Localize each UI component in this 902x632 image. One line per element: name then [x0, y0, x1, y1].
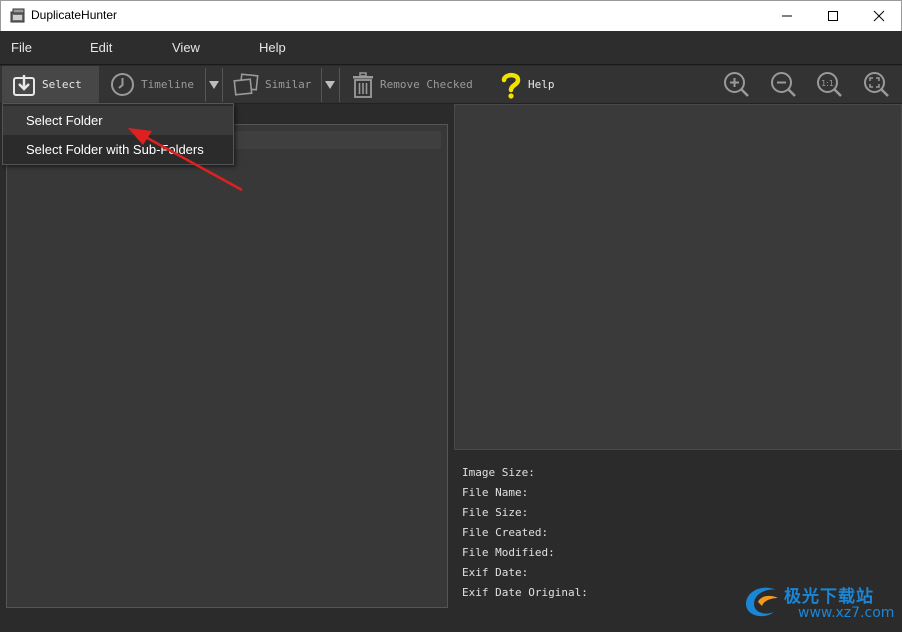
- timeline-button[interactable]: Timeline: [110, 66, 206, 103]
- toolbar-separator: [339, 68, 340, 102]
- remove-checked-button[interactable]: Remove Checked: [352, 66, 482, 103]
- fit-screen-icon: [864, 72, 889, 97]
- toolbar: Select Timeline Similar Remove Checked H…: [0, 66, 902, 104]
- file-size-label: File Size:: [462, 506, 529, 519]
- file-created-label: File Created:: [462, 526, 549, 539]
- window-title: DuplicateHunter: [31, 8, 118, 22]
- menu-item-select-folder[interactable]: Select Folder: [3, 106, 233, 135]
- watermark-logo-icon: [746, 587, 778, 617]
- trash-icon: [353, 71, 373, 98]
- similar-label: Similar: [265, 78, 312, 91]
- menu-item-select-folder-subfolders[interactable]: Select Folder with Sub-Folders: [3, 135, 233, 164]
- watermark-url: www.xz7.com: [798, 605, 895, 621]
- file-list-panel[interactable]: [6, 124, 448, 608]
- exif-date-label: Exif Date:: [462, 566, 529, 579]
- help-button[interactable]: Help: [500, 66, 570, 103]
- photos-icon: [233, 72, 259, 96]
- watermark: 极光下载站 www.xz7.com: [740, 578, 900, 628]
- exif-date-original-label: Exif Date Original:: [462, 586, 588, 599]
- close-icon: [873, 10, 885, 22]
- select-button[interactable]: Select: [2, 66, 99, 103]
- question-mark-icon: [501, 72, 521, 99]
- select-dropdown-menu: Select Folder Select Folder with Sub-Fol…: [2, 103, 234, 165]
- app-icon: [10, 8, 25, 23]
- minimize-button[interactable]: [764, 1, 810, 31]
- triangle-down-icon: [325, 80, 335, 89]
- remove-checked-label: Remove Checked: [380, 78, 473, 91]
- import-icon: [13, 74, 35, 96]
- close-button[interactable]: [856, 1, 902, 31]
- help-label: Help: [528, 78, 555, 91]
- image-size-label: Image Size:: [462, 466, 535, 479]
- menu-view[interactable]: View: [172, 40, 200, 55]
- zoom-in-icon: [724, 72, 749, 97]
- timeline-label: Timeline: [141, 78, 194, 91]
- minimize-icon: [782, 15, 792, 17]
- maximize-icon: [828, 11, 838, 21]
- actual-size-icon: 1:1: [817, 72, 842, 97]
- menu-edit[interactable]: Edit: [90, 40, 112, 55]
- fit-screen-button[interactable]: [863, 66, 891, 103]
- timeline-dropdown-arrow[interactable]: [206, 66, 222, 103]
- select-label: Select: [42, 78, 82, 91]
- menu-bar: File Edit View Help: [0, 31, 902, 65]
- triangle-down-icon: [209, 80, 219, 89]
- maximize-button[interactable]: [810, 1, 856, 31]
- watermark-text: 极光下载站: [784, 587, 874, 607]
- svg-text:1:1: 1:1: [821, 79, 834, 88]
- zoom-in-button[interactable]: [723, 66, 751, 103]
- file-modified-label: File Modified:: [462, 546, 555, 559]
- menu-file[interactable]: File: [11, 40, 32, 55]
- similar-button[interactable]: Similar: [233, 66, 321, 103]
- actual-size-button[interactable]: 1:1: [816, 66, 844, 103]
- zoom-out-button[interactable]: [770, 66, 798, 103]
- clock-icon: [111, 73, 134, 96]
- image-preview: [454, 104, 902, 450]
- similar-dropdown-arrow[interactable]: [322, 66, 338, 103]
- menu-help[interactable]: Help: [259, 40, 286, 55]
- toolbar-separator: [222, 68, 223, 102]
- file-name-label: File Name:: [462, 486, 529, 499]
- zoom-out-icon: [771, 72, 796, 97]
- title-bar: DuplicateHunter: [0, 0, 902, 31]
